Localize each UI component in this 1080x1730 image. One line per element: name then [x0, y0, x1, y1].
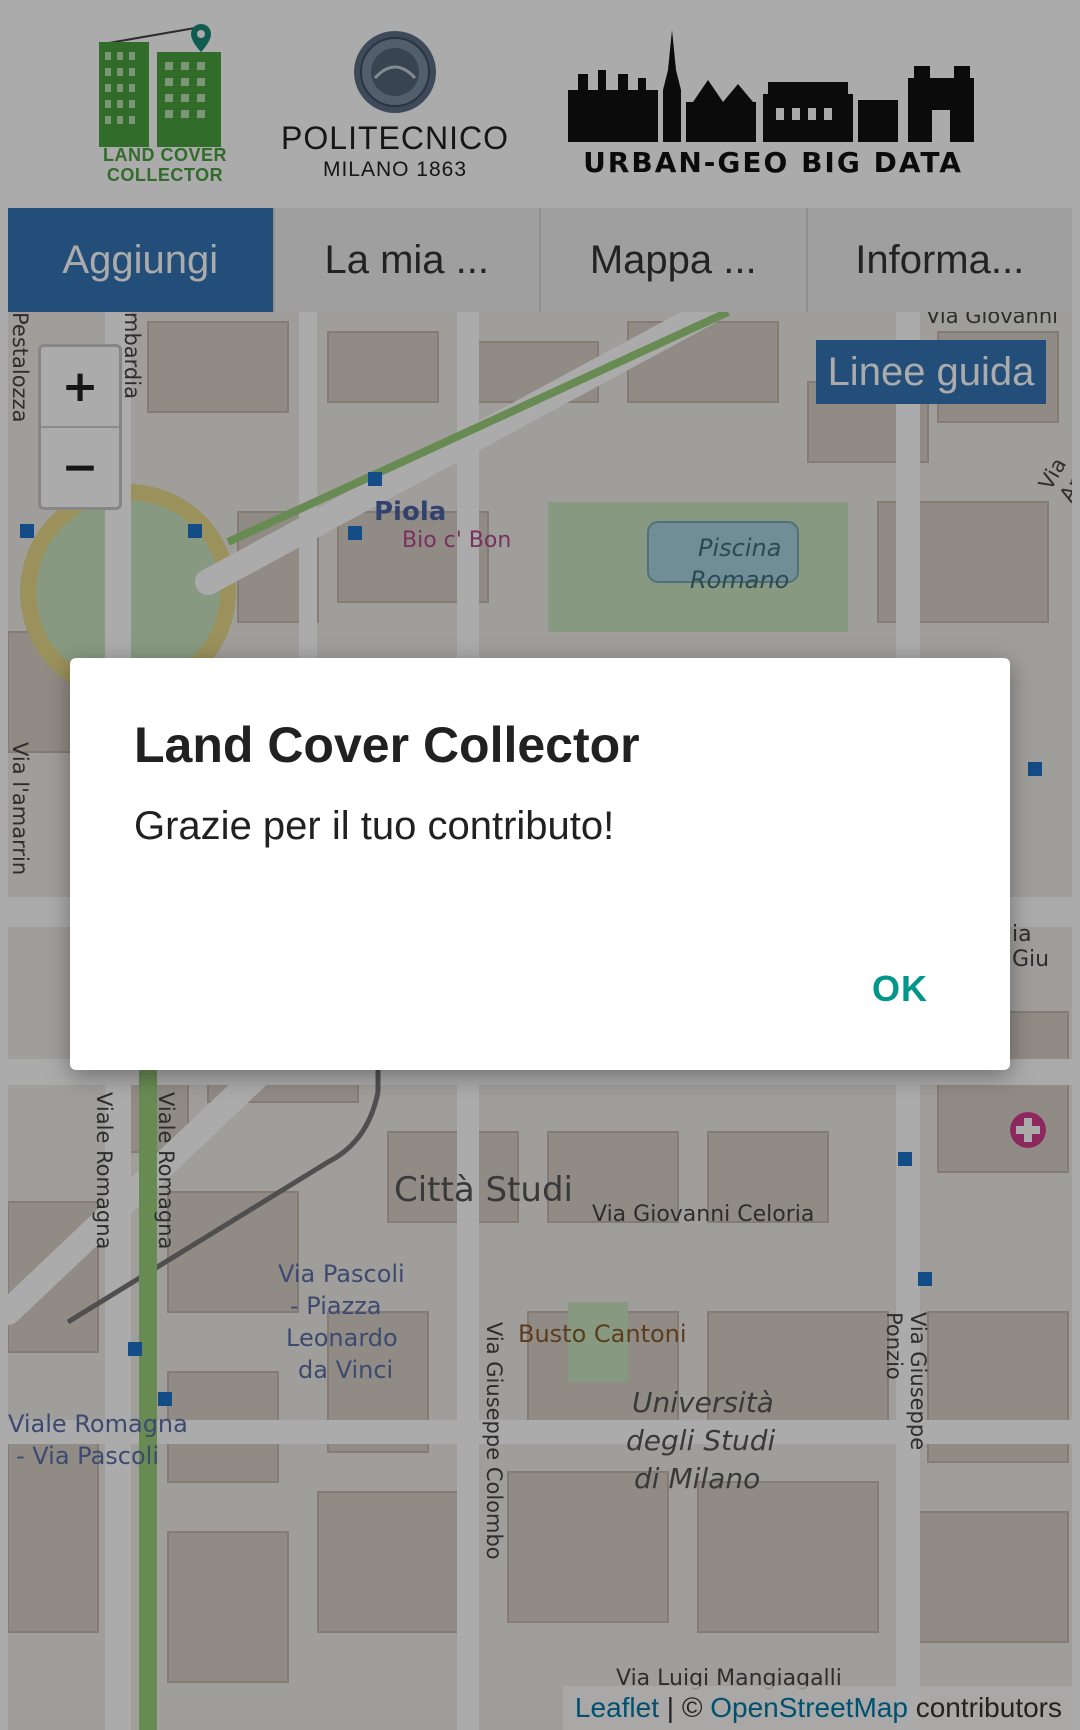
thank-you-dialog: Land Cover Collector Grazie per il tuo c… [70, 658, 1010, 1070]
dialog-title: Land Cover Collector [134, 717, 640, 773]
dialog-message: Grazie per il tuo contributo! [134, 804, 615, 848]
ok-button[interactable]: OK [862, 960, 938, 1018]
